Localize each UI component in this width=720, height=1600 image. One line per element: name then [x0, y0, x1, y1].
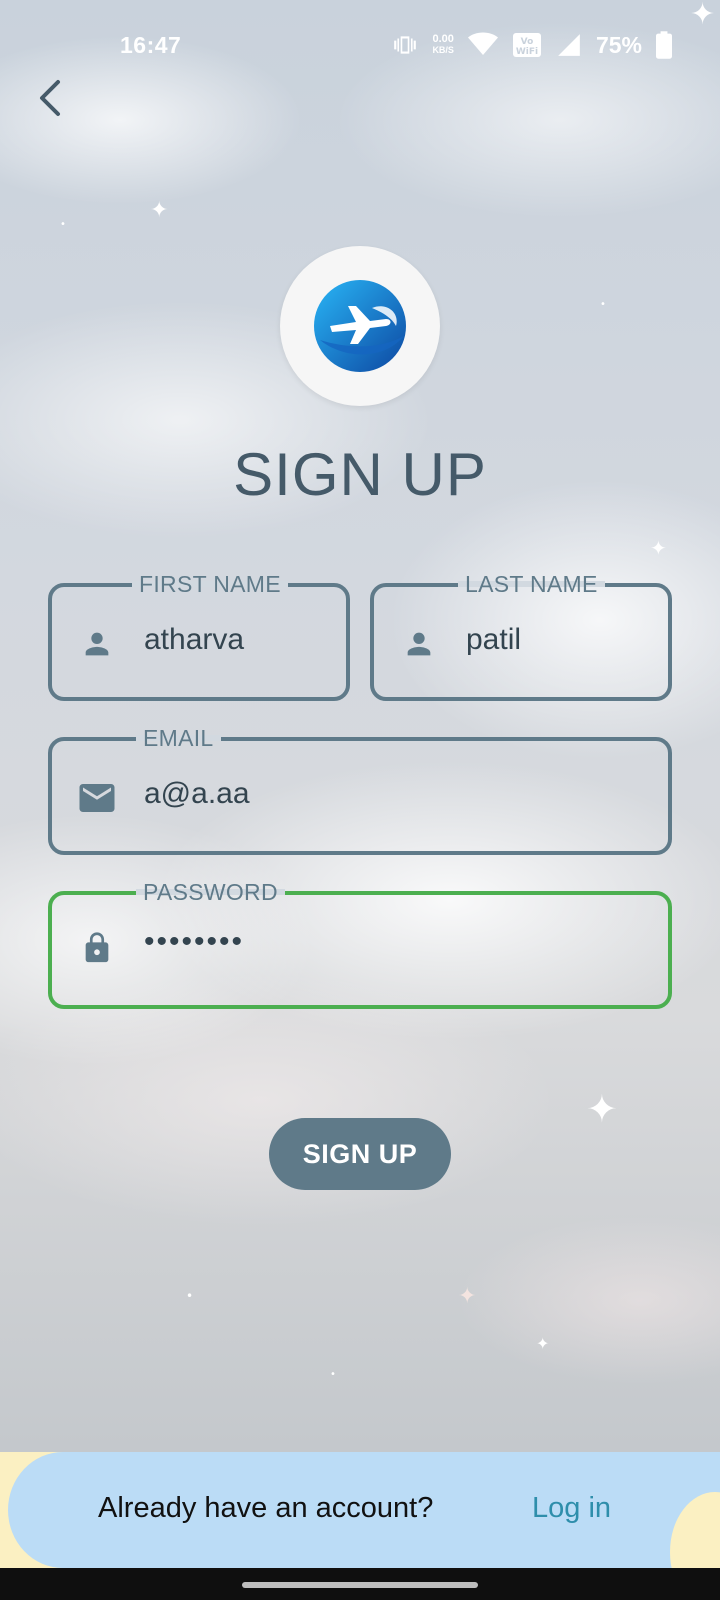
sparkle: ✦ — [458, 1284, 477, 1309]
footer-panel: Already have an account? Log in — [0, 1452, 720, 1568]
sparkle: • — [186, 1289, 194, 1303]
login-link[interactable]: Log in — [532, 1492, 611, 1525]
page-title: SIGN UP — [233, 441, 487, 508]
sparkle: ✦ — [150, 198, 169, 223]
person-icon — [407, 632, 431, 656]
password-value: •••••••• — [144, 925, 245, 958]
sparkle: • — [600, 299, 606, 310]
sparkle: ✦ — [650, 536, 667, 560]
app-logo — [280, 246, 440, 406]
status-time: 16:47 — [120, 32, 182, 58]
sparkle: ✦ — [586, 1087, 618, 1131]
home-gesture-handle[interactable] — [242, 1582, 478, 1588]
email-field[interactable]: EMAIL a@a.aa — [48, 724, 672, 855]
background: ✦ ✦ ✦ ✦ ✦ ✦ • • • • — [0, 0, 720, 1452]
first-name-value: atharva — [144, 623, 245, 656]
sign-up-button[interactable]: SIGN UP — [269, 1118, 451, 1190]
sparkle: • — [330, 1369, 336, 1380]
vibrate-icon — [394, 36, 417, 54]
navigation-bar — [0, 1568, 720, 1600]
back-button[interactable] — [28, 72, 72, 124]
status-icons: 0.00 KB/S Vo WiFi 75% — [392, 30, 672, 60]
net-speed-value: 0.00 — [432, 33, 454, 45]
net-speed-unit: KB/S — [432, 45, 454, 55]
status-bar: 16:47 0.00 KB/S Vo WiFi 75% — [0, 0, 720, 92]
last-name-value: patil — [466, 623, 522, 656]
password-label: PASSWORD — [136, 878, 285, 906]
password-field[interactable]: PASSWORD •••••••• — [48, 878, 672, 1009]
chevron-left-icon — [40, 80, 60, 116]
signal-icon — [558, 34, 580, 56]
net-speed: 0.00 KB/S — [432, 34, 454, 56]
battery-percent: 75% — [595, 31, 642, 58]
first-name-field[interactable]: FIRST NAME atharva — [48, 570, 350, 701]
lock-icon — [85, 932, 109, 963]
wifi-icon — [467, 32, 498, 55]
last-name-field[interactable]: LAST NAME patil — [370, 570, 672, 701]
email-value: a@a.aa — [144, 777, 250, 810]
first-name-label: FIRST NAME — [132, 570, 288, 598]
footer-prompt: Already have an account? — [98, 1492, 434, 1524]
svg-text:WiFi: WiFi — [516, 47, 538, 57]
sparkle: • — [60, 219, 66, 230]
last-name-label: LAST NAME — [458, 570, 605, 598]
vowifi-icon: VoWiFi — [512, 33, 541, 57]
mail-icon — [79, 784, 115, 812]
battery-icon — [656, 31, 672, 59]
email-label: EMAIL — [136, 724, 221, 752]
svg-text:Vo: Vo — [521, 37, 534, 47]
plane-logo-icon — [314, 280, 406, 372]
sparkle: ✦ — [536, 1334, 550, 1353]
person-icon — [85, 632, 109, 656]
